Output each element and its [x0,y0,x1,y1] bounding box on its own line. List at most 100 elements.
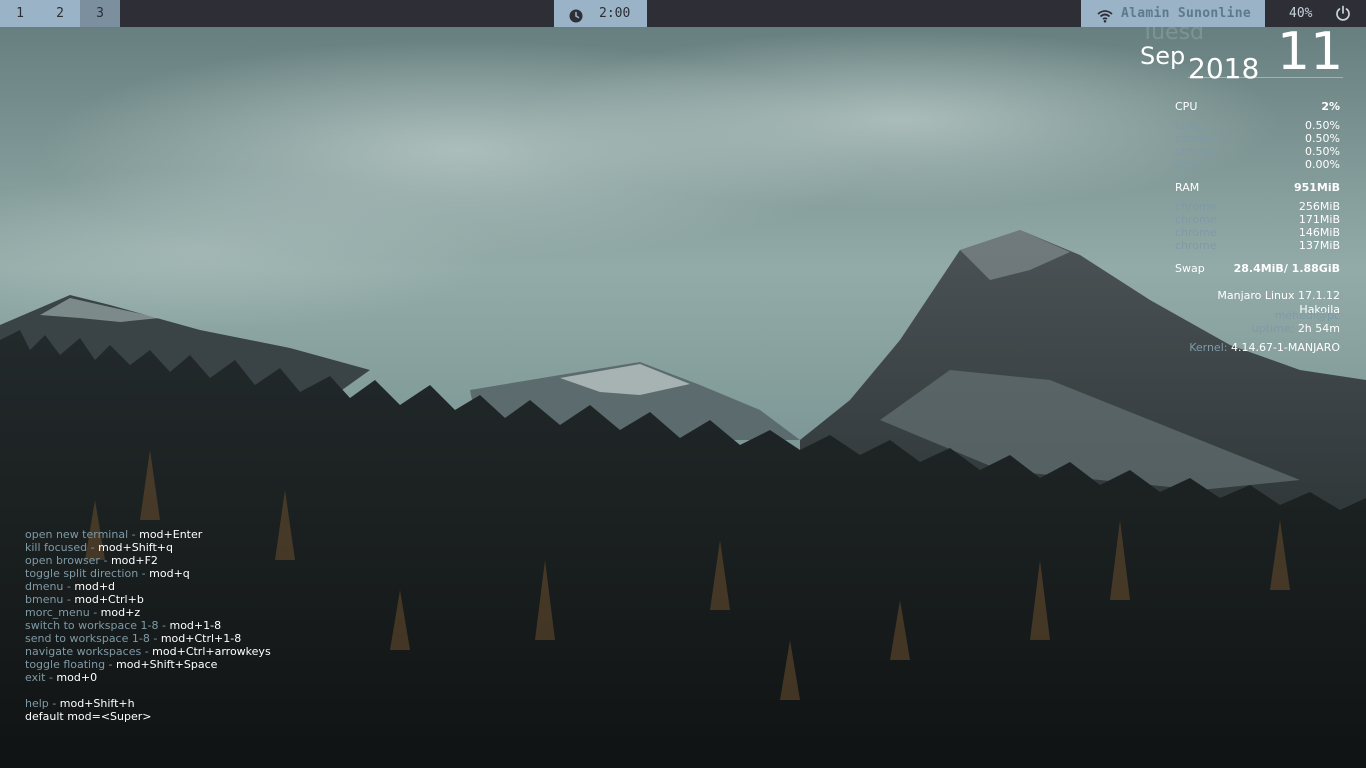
conky-date-divider [1188,77,1343,78]
process-name: chrome [1175,200,1217,213]
swap-label: Swap [1175,262,1205,275]
keybinding-row: open new terminal - mod+Enter [25,528,203,541]
conky-month: Sep [1140,42,1186,70]
keybinding-key: mod+Enter [139,528,203,541]
ram-process-row: chrome 146MiB [1175,226,1340,239]
keybinding-row: send to workspace 1-8 - mod+Ctrl+1-8 [25,632,242,645]
keybinding-row: toggle floating - mod+Shift+Space [25,658,218,671]
process-value: 0.00% [1305,158,1340,171]
keybinding-row: bmenu - mod+Ctrl+b [25,593,144,606]
keybinding-key: mod+Ctrl+1-8 [160,632,242,645]
keybinding-desc: switch to workspace 1-8 [25,619,159,632]
keybinding-key: mod+d [74,580,116,593]
keybinding-desc: help [25,697,49,710]
process-value: 137MiB [1298,239,1340,252]
process-name: chrome [1175,213,1217,226]
conky-day-number: 11 [1277,22,1344,82]
process-name: chrome [1175,226,1217,239]
cpu-total: 2% [1321,100,1340,113]
keybinding-row: dmenu - mod+d [25,580,116,593]
keybinding-key: mod+Ctrl+arrowkeys [152,645,271,658]
process-value: 146MiB [1298,226,1340,239]
process-value: 0.50% [1305,132,1340,145]
kernel-row: Kernel: 4.14.67-1-MANJARO [1175,341,1340,354]
keybinding-key: mod+z [100,606,141,619]
ram-label: RAM [1175,181,1200,194]
cpu-process-row: chrome 0.50% [1175,145,1340,158]
user-host: mehedi@pc [1175,309,1340,322]
keybinding-key: mod+0 [56,671,98,684]
workspace-button-1[interactable]: 1 [0,0,40,27]
keybinding-key: mod+Shift+h [59,697,135,710]
keybinding-key: mod+1-8 [169,619,222,632]
keybinding-row: morc_menu - mod+z [25,606,141,619]
conky-year: 2018 [1188,52,1260,85]
process-name: conky [1175,119,1208,132]
process-name: chrome [1175,145,1217,158]
keybinding-key: mod+Shift+q [98,541,173,554]
top-status-bar: 1 2 3 2:00 Alamin Sunonline 40% [0,0,1366,27]
keybinding-row: kill focused - mod+Shift+q [25,541,173,554]
keybinding-desc: kill focused [25,541,88,554]
clock-icon [569,6,583,33]
cpu-process-row: compton 0.50% [1175,132,1340,145]
uptime-value: 2h 54m [1297,322,1340,335]
cpu-process-row: scrot 0.00% [1175,158,1340,171]
wifi-icon [1097,6,1113,33]
power-button[interactable] [1335,5,1353,23]
process-name: scrot [1175,158,1203,171]
keybinding-desc: send to workspace 1-8 [25,632,150,645]
ram-process-row: chrome 137MiB [1175,239,1340,252]
cpu-header: CPU 2% [1175,100,1340,113]
ram-process-row: chrome 171MiB [1175,213,1340,226]
process-name: compton [1175,132,1224,145]
process-name: chrome [1175,239,1217,252]
ram-process-row: chrome 256MiB [1175,200,1340,213]
ram-total: 951MiB [1293,181,1340,194]
workspace-button-2[interactable]: 2 [40,0,80,27]
keybinding-desc: open new terminal [25,528,129,541]
cpu-process-row: conky 0.50% [1175,119,1340,132]
keybinding-help-row: help - mod+Shift+h [25,697,135,710]
keybinding-row: exit - mod+0 [25,671,98,684]
distro-name: Manjaro Linux 17.1.12 Hakoila [1217,289,1340,316]
keybinding-desc: open browser [25,554,100,567]
keybinding-key: mod+Ctrl+b [74,593,144,606]
keybinding-desc: toggle floating [25,658,106,671]
user-host-text: mehedi@pc [1274,309,1340,322]
default-mod-text: default mod=<Super> [25,710,152,723]
process-value: 0.50% [1305,145,1340,158]
keybinding-key: mod+F2 [110,554,158,567]
process-value: 256MiB [1298,200,1340,213]
clock-widget[interactable]: 2:00 [554,0,647,27]
keybinding-row: open browser - mod+F2 [25,554,158,567]
keybinding-desc: bmenu [25,593,64,606]
swap-value: 28.4MiB/ 1.88GiB [1233,262,1340,275]
keybinding-row: switch to workspace 1-8 - mod+1-8 [25,619,222,632]
uptime-label: uptime: [1251,322,1295,335]
keybinding-cheatsheet: open new terminal - mod+Enter kill focus… [25,528,271,723]
workspace-button-3[interactable]: 3 [80,0,120,27]
keybinding-desc: dmenu [25,580,64,593]
keybinding-desc: toggle split direction [25,567,139,580]
keybinding-desc: morc_menu [25,606,90,619]
system-info: mehedi@pc uptime: 2h 54m Kernel: 4.14.67… [1175,309,1340,354]
kernel-value: 4.14.67-1-MANJARO [1230,341,1340,354]
battery-indicator[interactable]: 40% [1289,0,1329,27]
keybinding-desc: navigate workspaces [25,645,142,658]
keybinding-desc: exit [25,671,46,684]
network-widget[interactable]: Alamin Sunonline [1081,0,1265,27]
uptime-row: uptime: 2h 54m [1175,322,1340,335]
power-icon [1335,5,1351,25]
process-value: 0.50% [1305,119,1340,132]
keybinding-row: navigate workspaces - mod+Ctrl+arrowkeys [25,645,271,658]
keybinding-key: mod+q [149,567,190,580]
clock-time: 2:00 [599,6,631,21]
ram-header: RAM 951MiB [1175,181,1340,194]
process-value: 171MiB [1298,213,1340,226]
cpu-label: CPU [1175,100,1198,113]
kernel-label: Kernel: [1189,341,1228,354]
keybinding-key: mod+Shift+Space [116,658,218,671]
network-ssid: Alamin Sunonline [1121,6,1252,21]
